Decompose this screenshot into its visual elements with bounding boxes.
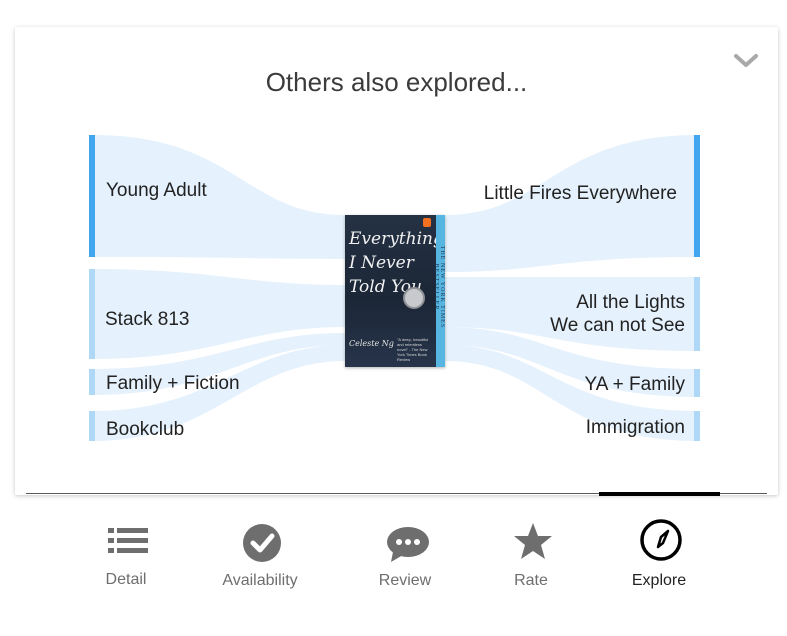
node-bar-ya-family [694,369,700,397]
tab-review[interactable]: Review [340,514,470,594]
award-seal-icon [403,287,425,309]
penguin-logo [423,218,431,227]
book-blurb: "A deep, beautiful and relentless novel"… [397,337,429,362]
book-cover[interactable]: Everything I Never Told You Celeste Ng "… [345,215,445,367]
node-label-young-adult[interactable]: Young Adult [106,179,207,202]
node-bar-bookclub [89,411,95,441]
node-label-stack-813[interactable]: Stack 813 [105,308,190,331]
tab-label-detail: Detail [105,571,147,588]
node-bar-family-fiction [89,369,95,395]
tab-label-availability: Availability [222,572,298,589]
tab-label-review: Review [378,572,432,589]
active-tab-indicator [599,492,720,496]
explore-panel: Others also explored... Young Adult Stac… [15,27,778,495]
list-icon [108,528,148,553]
node-label-little-fires[interactable]: Little Fires Everywhere [435,182,677,205]
tab-availability[interactable]: Availability [195,514,325,594]
check-circle-icon [243,524,281,562]
tab-label-rate: Rate [514,572,548,589]
book-author: Celeste Ng [349,339,394,348]
book-spine-text: THE NEW YORK TIMES BESTSELLER [433,245,445,329]
node-label-all-the-lights[interactable]: All the Lights We can not See [435,291,685,337]
tab-label-explore: Explore [631,572,687,589]
star-icon [514,523,552,559]
chat-bubble-icon [387,527,429,562]
node-label-bookclub[interactable]: Bookclub [106,418,184,441]
node-label-family-fiction[interactable]: Family + Fiction [106,372,240,395]
compass-icon [640,519,682,561]
node-bar-stack-813 [89,269,95,359]
tab-detail[interactable]: Detail [61,514,191,594]
node-label-immigration[interactable]: Immigration [435,416,685,439]
tab-rate[interactable]: Rate [466,514,596,594]
node-bar-immigration [694,411,700,441]
node-bar-little-fires [694,135,700,257]
tab-explore[interactable]: Explore [594,514,724,594]
node-bar-all-the-lights [694,277,700,351]
node-bar-young-adult [89,135,95,257]
node-label-ya-family[interactable]: YA + Family [435,373,685,396]
